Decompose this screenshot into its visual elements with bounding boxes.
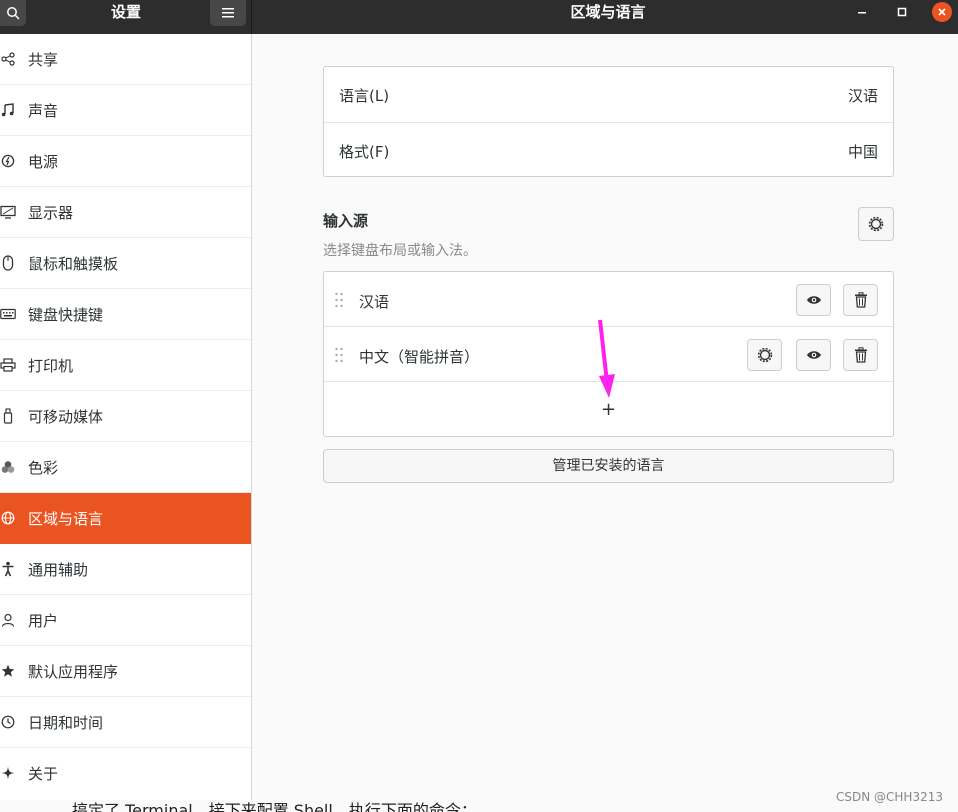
remove-button[interactable] bbox=[843, 284, 878, 316]
sidebar-item-label: 通用辅助 bbox=[28, 560, 89, 579]
maximize-icon bbox=[897, 7, 907, 17]
sidebar: 共享 声音 电源 显示器 鼠标和触摸板 键盘快捷键 打印机 可移动媒体 色彩 区… bbox=[0, 34, 252, 800]
language-label: 语言(L) bbox=[339, 87, 390, 105]
sidebar-header: 设置 bbox=[0, 0, 252, 34]
language-row[interactable]: 语言(L) 汉语 bbox=[324, 67, 893, 122]
eye-icon bbox=[806, 296, 821, 304]
sidebar-item-removable-media[interactable]: 可移动媒体 bbox=[0, 391, 251, 442]
sidebar-item-keyboard[interactable]: 键盘快捷键 bbox=[0, 289, 251, 340]
keyboard-icon bbox=[0, 305, 16, 323]
sidebar-item-about[interactable]: 关于 bbox=[0, 748, 251, 799]
manage-languages-button[interactable]: 管理已安装的语言 bbox=[323, 449, 894, 483]
sidebar-item-label: 区域与语言 bbox=[28, 509, 104, 528]
annotation-arrow bbox=[598, 319, 615, 398]
language-value: 汉语 bbox=[847, 87, 878, 105]
formats-label: 格式(F) bbox=[339, 143, 390, 161]
sidebar-item-date-time[interactable]: 日期和时间 bbox=[0, 697, 251, 748]
drag-handle-icon[interactable] bbox=[334, 292, 344, 308]
sidebar-item-label: 显示器 bbox=[28, 203, 74, 222]
input-sources-options-button[interactable] bbox=[858, 207, 894, 241]
sidebar-item-label: 用户 bbox=[28, 611, 59, 630]
input-method-settings-button[interactable] bbox=[747, 339, 782, 371]
input-source-label: 中文（智能拼音） bbox=[359, 348, 480, 366]
sidebar-item-color[interactable]: 色彩 bbox=[0, 442, 251, 493]
close-button[interactable] bbox=[932, 2, 952, 22]
sidebar-item-accessibility[interactable]: 通用辅助 bbox=[0, 544, 251, 595]
close-icon bbox=[938, 8, 946, 16]
main-panel: 语言(L) 汉语 格式(F) 中国 输入源 选择键盘布局或输入法。 汉语 中文（… bbox=[253, 34, 958, 800]
sparkle-icon bbox=[0, 764, 16, 782]
maximize-button[interactable] bbox=[892, 2, 912, 22]
header-bar: 设置 区域与语言 bbox=[0, 0, 958, 34]
sidebar-item-default-apps[interactable]: 默认应用程序 bbox=[0, 646, 251, 697]
sidebar-item-display[interactable]: 显示器 bbox=[0, 187, 251, 238]
sidebar-item-label: 打印机 bbox=[28, 356, 74, 375]
sidebar-item-power[interactable]: 电源 bbox=[0, 136, 251, 187]
sidebar-item-label: 共享 bbox=[28, 50, 59, 69]
power-icon bbox=[0, 152, 16, 170]
sidebar-item-label: 日期和时间 bbox=[28, 713, 104, 732]
menu-button[interactable] bbox=[210, 0, 246, 26]
page-bottom-text: 搞定了 Terminal，接下来配置 Shell，执行下面的命令： bbox=[72, 801, 477, 812]
trash-icon bbox=[854, 292, 867, 308]
sidebar-item-label: 声音 bbox=[28, 101, 59, 120]
sidebar-item-label: 关于 bbox=[28, 765, 59, 783]
sidebar-item-label: 可移动媒体 bbox=[28, 407, 104, 426]
color-icon bbox=[0, 458, 16, 476]
sidebar-item-label: 鼠标和触摸板 bbox=[28, 254, 119, 273]
input-source-label: 汉语 bbox=[359, 293, 390, 311]
sidebar-item-label: 电源 bbox=[28, 152, 59, 171]
music-note-icon bbox=[0, 101, 16, 119]
input-sources-subtitle: 选择键盘布局或输入法。 bbox=[323, 243, 477, 259]
sidebar-item-label: 默认应用程序 bbox=[28, 662, 119, 681]
minimize-button[interactable] bbox=[852, 2, 872, 22]
trash-icon bbox=[854, 347, 867, 363]
globe-icon bbox=[0, 509, 16, 527]
clock-icon bbox=[0, 713, 16, 731]
watermark: CSDN @CHH3213 bbox=[836, 790, 943, 804]
sidebar-item-label: 键盘快捷键 bbox=[28, 305, 104, 324]
user-icon bbox=[0, 611, 16, 629]
sidebar-item-users[interactable]: 用户 bbox=[0, 595, 251, 646]
preview-button[interactable] bbox=[796, 339, 831, 371]
preview-button[interactable] bbox=[796, 284, 831, 316]
formats-value: 中国 bbox=[847, 143, 878, 161]
eye-icon bbox=[806, 351, 821, 359]
sidebar-item-sound[interactable]: 声音 bbox=[0, 85, 251, 136]
accessibility-icon bbox=[0, 560, 16, 578]
sidebar-item-mouse[interactable]: 鼠标和触摸板 bbox=[0, 238, 251, 289]
minimize-icon bbox=[858, 12, 866, 14]
remove-button[interactable] bbox=[843, 339, 878, 371]
sidebar-item-region-language[interactable]: 区域与语言 bbox=[0, 493, 251, 544]
usb-drive-icon bbox=[0, 407, 16, 425]
drag-handle-icon[interactable] bbox=[334, 347, 344, 363]
sidebar-item-share[interactable]: 共享 bbox=[0, 34, 251, 85]
input-sources-title: 输入源 bbox=[323, 212, 369, 230]
hamburger-icon bbox=[222, 8, 234, 18]
sidebar-item-printers[interactable]: 打印机 bbox=[0, 340, 251, 391]
display-icon bbox=[0, 203, 16, 221]
gear-icon bbox=[868, 216, 884, 232]
star-icon bbox=[0, 662, 16, 680]
printer-icon bbox=[0, 356, 16, 374]
mouse-icon bbox=[0, 254, 16, 272]
sidebar-item-label: 色彩 bbox=[28, 458, 59, 477]
share-icon bbox=[0, 50, 16, 68]
region-card: 语言(L) 汉语 格式(F) 中国 bbox=[323, 66, 894, 177]
formats-row[interactable]: 格式(F) 中国 bbox=[324, 122, 893, 177]
gear-icon bbox=[757, 347, 772, 363]
